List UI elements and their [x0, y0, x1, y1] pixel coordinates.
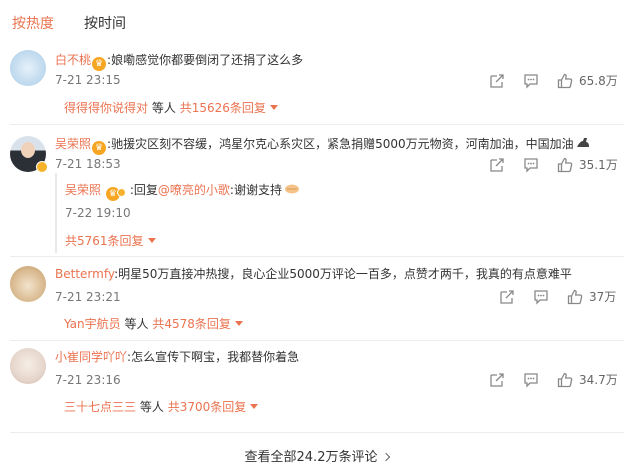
- handshake-icon: [284, 184, 299, 194]
- flexed-arm-icon: [576, 138, 589, 147]
- share-icon[interactable]: [489, 73, 505, 89]
- share-icon[interactable]: [499, 289, 515, 305]
- sub-reply-box: 吴荣照 ♛:回复@嘹亮的小歌:谢谢支持 7-22 19:10 共5761条回复: [55, 173, 615, 253]
- comment-time: 7-21 23:21: [55, 290, 121, 304]
- like-count: 37万: [589, 290, 617, 304]
- reply-summary: 共5761条回复: [65, 232, 156, 249]
- comment-username[interactable]: 小崔同学吖吖: [55, 350, 127, 364]
- comment-body: 吴荣照 ♛:驰援灾区刻不容缓，鸿星尔克心系灾区，紧急捐赠5000万元物资，河南加油…: [55, 136, 590, 155]
- reply-count-link[interactable]: 共15626条回复: [180, 101, 266, 115]
- comment-actions: 34.7万: [489, 371, 618, 388]
- comment-icon[interactable]: [533, 289, 549, 305]
- like-count: 34.7万: [579, 373, 618, 387]
- thumbs-up-icon[interactable]: [557, 73, 573, 89]
- chevron-down-icon[interactable]: [234, 321, 243, 326]
- comment-text: 明星50万直接冲热搜，良心企业5000万评论一百多，点赞才两千，我真的有点意难平: [118, 267, 572, 281]
- comment-body: Bettermfy:明星50万直接冲热搜，良心企业5000万评论一百多，点赞才两…: [55, 266, 572, 282]
- like-count: 35.1万: [579, 158, 618, 172]
- reply-count-link[interactable]: 共5761条回复: [65, 234, 144, 248]
- reply-username[interactable]: 得得得你说得对: [64, 101, 148, 115]
- tab-by-time[interactable]: 按时间: [84, 14, 126, 34]
- comment-time: 7-21 18:53: [55, 157, 121, 171]
- comment-time: 7-21 23:15: [55, 73, 121, 87]
- reply-mid-text: 等人: [151, 101, 176, 115]
- like-count: 65.8万: [579, 74, 618, 88]
- reply-mid-text: 等人: [139, 400, 164, 414]
- verified-icon: [36, 161, 48, 173]
- avatar[interactable]: [10, 50, 46, 86]
- thumbs-up-icon[interactable]: [567, 289, 583, 305]
- sub-reply-text: :谢谢支持: [229, 183, 282, 197]
- reply-summary: 得得得你说得对 等人 共15626条回复: [64, 100, 278, 116]
- reply-count-link[interactable]: 共3700条回复: [168, 400, 247, 414]
- comment-username[interactable]: 白不桃: [55, 53, 91, 67]
- sort-tabs: 按热度 按时间: [12, 14, 126, 34]
- divider: [10, 432, 624, 433]
- share-icon[interactable]: [489, 157, 505, 173]
- comment-text: 怎么宣传下啊宝，我都替你着急: [131, 350, 300, 364]
- verified-icon: [116, 188, 126, 197]
- divider: [10, 256, 624, 257]
- chevron-right-icon: [382, 452, 391, 462]
- comment-username[interactable]: 吴荣照: [55, 137, 91, 151]
- reply-mid-text: 等人: [124, 317, 149, 331]
- share-icon[interactable]: [489, 372, 505, 388]
- comment-body: 白不桃 ♛:娘嘞感觉你都要倒闭了还捐了这么多: [55, 52, 303, 71]
- chevron-down-icon[interactable]: [269, 105, 278, 110]
- reply-count-link[interactable]: 共4578条回复: [152, 317, 231, 331]
- reply-username[interactable]: 三十七点三三: [64, 400, 136, 414]
- reply-username[interactable]: Yan宇航员: [64, 317, 121, 331]
- comment-actions: 37万: [499, 288, 616, 305]
- fan-badge-icon: ♛: [92, 57, 107, 71]
- chevron-down-icon[interactable]: [147, 238, 156, 243]
- avatar[interactable]: [10, 266, 46, 302]
- thumbs-up-icon[interactable]: [557, 372, 573, 388]
- thumbs-up-icon[interactable]: [557, 157, 573, 173]
- mention-link[interactable]: @嘹亮的小歌: [158, 183, 230, 197]
- comment-icon[interactable]: [523, 73, 539, 89]
- avatar[interactable]: [10, 348, 46, 384]
- sub-reply-word: :回复: [129, 183, 158, 197]
- view-all-comments-label: 查看全部24.2万条评论: [244, 450, 378, 465]
- comment-actions: 65.8万: [489, 72, 618, 89]
- fan-badge-icon: ♛: [92, 141, 107, 155]
- comment-icon[interactable]: [523, 372, 539, 388]
- comment-text: 娘嘞感觉你都要倒闭了还捐了这么多: [111, 53, 304, 67]
- divider: [10, 124, 624, 125]
- divider: [10, 340, 624, 341]
- comment-body: 小崔同学吖吖:怎么宣传下啊宝，我都替你着急: [55, 349, 299, 365]
- sub-reply-time: 7-22 19:10: [65, 206, 131, 220]
- sub-reply-body: 吴荣照 ♛:回复@嘹亮的小歌:谢谢支持: [65, 182, 300, 201]
- view-all-comments-link[interactable]: 查看全部24.2万条评论: [0, 446, 634, 465]
- sub-reply-username[interactable]: 吴荣照: [65, 183, 101, 197]
- comment-text: 驰援灾区刻不容缓，鸿星尔克心系灾区，紧急捐赠5000万元物资，河南加油，中国加油: [111, 137, 574, 151]
- comment-time: 7-21 23:16: [55, 373, 121, 387]
- comment-actions: 35.1万: [489, 156, 618, 173]
- chevron-down-icon[interactable]: [250, 404, 259, 409]
- avatar-face: [21, 142, 35, 158]
- tab-by-hot[interactable]: 按热度: [12, 14, 54, 34]
- reply-summary: Yan宇航员 等人 共4578条回复: [64, 316, 243, 332]
- comment-icon[interactable]: [523, 157, 539, 173]
- comment-username[interactable]: Bettermfy: [55, 267, 114, 281]
- reply-summary: 三十七点三三 等人 共3700条回复: [64, 399, 259, 415]
